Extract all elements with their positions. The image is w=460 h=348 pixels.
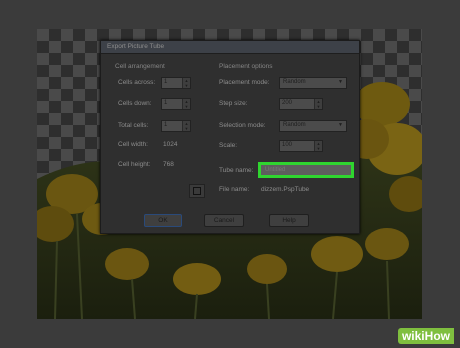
grid-options-button[interactable]	[189, 184, 205, 198]
selection-mode-value: Random	[283, 122, 306, 128]
help-button[interactable]: Help	[269, 214, 309, 227]
cells-down-spinner[interactable]: 1 ▲ ▼	[161, 98, 191, 110]
spinner-arrows-icon[interactable]: ▲ ▼	[314, 141, 322, 151]
cell-height-value: 768	[163, 161, 174, 168]
total-cells-spinner[interactable]: 1 ▲ ▼	[161, 120, 191, 132]
file-name-value: dizzem.PspTube	[261, 186, 310, 193]
cells-down-value: 1	[164, 100, 168, 106]
scale-label: Scale:	[219, 142, 238, 149]
selection-mode-label: Selection mode:	[219, 122, 266, 129]
total-cells-value: 1	[164, 122, 168, 128]
placement-mode-value: Random	[283, 79, 306, 85]
watermark-prefix: wiki	[401, 329, 425, 343]
cell-arrangement-title: Cell arrangement	[115, 63, 165, 70]
placement-options-title: Placement options	[219, 63, 273, 70]
wikihow-watermark: wikiHow	[397, 328, 454, 344]
dialog-titlebar[interactable]: Export Picture Tube	[101, 41, 359, 54]
cell-width-value: 1024	[163, 141, 178, 148]
app-window: Export Picture Tube Cell arrangement Cel…	[0, 0, 460, 348]
step-size-spinner[interactable]: 200 ▲ ▼	[279, 98, 323, 110]
dialog-title: Export Picture Tube	[107, 43, 165, 50]
placement-mode-label: Placement mode:	[219, 79, 270, 86]
spinner-arrows-icon[interactable]: ▲ ▼	[182, 121, 190, 131]
spinner-arrows-icon[interactable]: ▲ ▼	[314, 99, 322, 109]
cell-height-label: Cell height:	[118, 161, 151, 168]
selection-mode-select[interactable]: Random ▼	[279, 120, 347, 132]
ok-button[interactable]: OK	[144, 214, 182, 227]
chevron-down-icon: ▼	[338, 122, 343, 128]
cells-across-spinner[interactable]: 1 ▲ ▼	[161, 77, 191, 89]
file-name-label: File name:	[219, 186, 250, 193]
placement-mode-select[interactable]: Random ▼	[279, 77, 347, 89]
spinner-arrows-icon[interactable]: ▲ ▼	[182, 78, 190, 88]
cell-width-label: Cell width:	[118, 141, 148, 148]
tube-name-label: Tube name:	[219, 167, 254, 174]
chevron-down-icon: ▼	[338, 79, 343, 85]
scale-spinner[interactable]: 100 ▲ ▼	[279, 140, 323, 152]
scale-value: 100	[282, 142, 293, 148]
total-cells-label: Total cells:	[118, 122, 149, 129]
step-size-label: Step size:	[219, 100, 248, 107]
cells-across-label: Cells across:	[118, 79, 156, 86]
cells-down-label: Cells down:	[118, 100, 152, 107]
grid-icon	[193, 187, 201, 195]
cells-across-value: 1	[164, 79, 168, 85]
cancel-button[interactable]: Cancel	[204, 214, 244, 227]
step-size-value: 200	[282, 100, 293, 106]
tube-name-value: Untitled	[265, 167, 286, 173]
export-picture-tube-dialog: Export Picture Tube Cell arrangement Cel…	[100, 40, 360, 234]
tube-name-field[interactable]: Untitled	[258, 162, 354, 178]
watermark-suffix: How	[424, 329, 450, 343]
spinner-arrows-icon[interactable]: ▲ ▼	[182, 99, 190, 109]
